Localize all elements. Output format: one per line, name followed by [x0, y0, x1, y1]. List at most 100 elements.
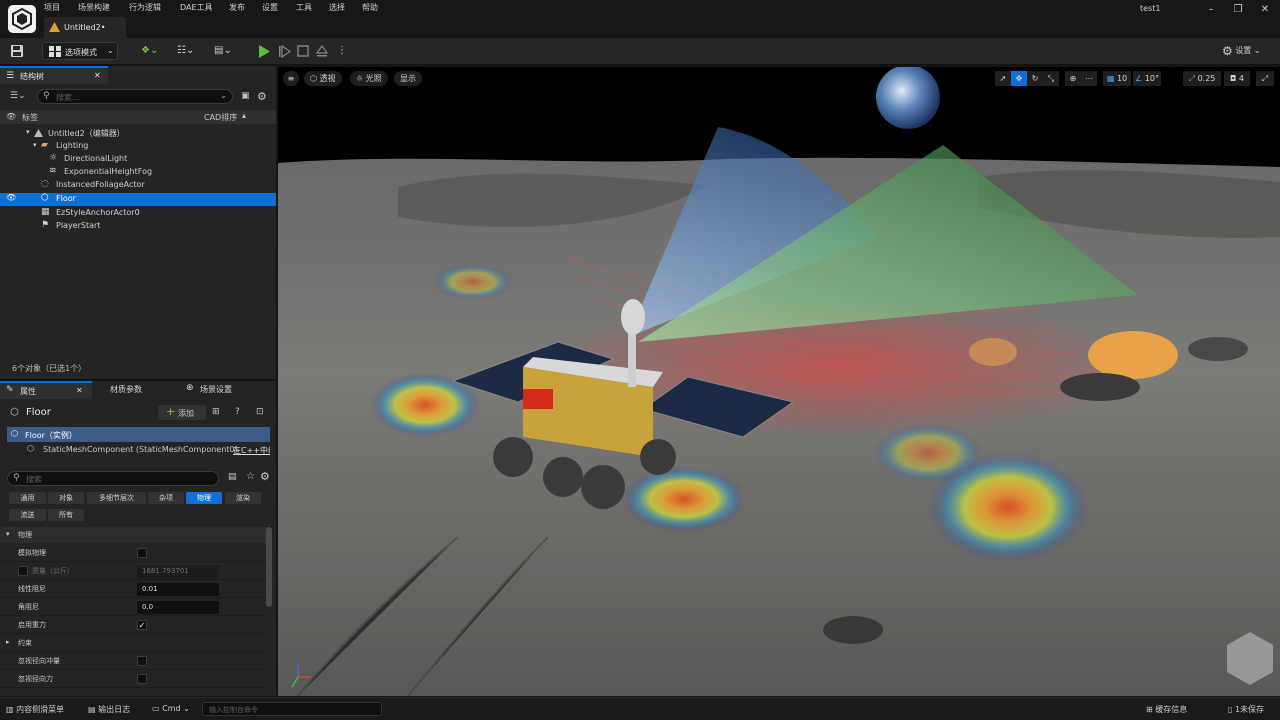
details-search[interactable]: ⚲ 搜索	[7, 471, 219, 486]
derived-data-button[interactable]: ⊞ 缓存信息	[1146, 704, 1187, 715]
maximize-viewport-icon[interactable]: ⤢	[1256, 71, 1274, 86]
menu-scene-build[interactable]: 场景构建	[78, 2, 110, 13]
lock-icon[interactable]: ⊡	[256, 407, 264, 417]
gear-icon[interactable]: ⚙	[260, 470, 270, 483]
more-options-icon[interactable]: ⋮	[337, 43, 347, 59]
cmd-dropdown[interactable]: ▭ Cmd ⌄	[152, 704, 190, 713]
blueprint-icon[interactable]: ☷⌄	[177, 43, 194, 59]
mode-selector[interactable]: 选项模式 ⌄	[42, 42, 118, 60]
component-instance-row[interactable]: ⬡ Floor（实例）	[7, 427, 270, 442]
save-icon[interactable]	[10, 44, 24, 58]
surface-snap-icon[interactable]: ⋯	[1081, 71, 1097, 86]
content-drawer-button[interactable]: ▥ 内容侧滑菜单	[6, 704, 64, 715]
console-input[interactable]: 输入控制台命令	[202, 702, 382, 716]
minimize-icon[interactable]: –	[1202, 3, 1220, 17]
visibility-icon[interactable]: 👁	[6, 112, 16, 121]
filter-chip-misc[interactable]: 杂项	[148, 492, 184, 504]
menu-settings[interactable]: 设置	[262, 2, 278, 13]
collapse-arrow-icon[interactable]: ▾	[33, 141, 37, 149]
eject-icon[interactable]	[316, 45, 328, 57]
close-icon[interactable]: ✕	[94, 71, 101, 80]
tree-row-untitled2[interactable]: ▾ Untitled2（编辑器）	[0, 127, 276, 140]
filter-icon[interactable]: ☰⌄	[10, 91, 26, 101]
perspective-button[interactable]: ⬡ 透视	[304, 71, 342, 86]
details-scrollbar[interactable]	[266, 527, 272, 607]
menu-dae-tools[interactable]: DAE工具	[180, 2, 213, 13]
simulate-physics-checkbox[interactable]	[137, 548, 147, 558]
filter-chip-all[interactable]: 所有	[48, 509, 84, 521]
tree-row-directional-light[interactable]: ☼ DirectionalLight	[0, 153, 276, 166]
document-tab[interactable]: Untitled2•	[44, 17, 126, 38]
tree-row-floor[interactable]: 👁 ⬡ Floor	[0, 193, 276, 206]
column-label[interactable]: 标签	[22, 112, 38, 123]
lighting-button[interactable]: ☼ 光照	[350, 71, 388, 86]
ignore-radial-force-checkbox[interactable]	[137, 674, 147, 684]
add-component-button[interactable]: + 添加	[158, 405, 206, 420]
star-icon[interactable]: ☆	[246, 471, 255, 482]
menu-publish[interactable]: 发布	[229, 2, 245, 13]
grid-snap-button[interactable]: ▦ 10	[1103, 71, 1131, 86]
tab-scene-settings[interactable]: ⊕ 场景设置	[180, 381, 272, 399]
column-sort[interactable]: CAD排序	[204, 112, 237, 123]
cpp-link[interactable]: 在C++中编	[233, 445, 270, 456]
select-mode-icon[interactable]: ➚	[995, 71, 1011, 86]
mass-override-checkbox[interactable]	[18, 566, 28, 576]
gear-icon[interactable]: ⚙	[257, 90, 267, 103]
add-folder-icon[interactable]: ▣	[241, 91, 250, 101]
app-logo[interactable]	[8, 5, 36, 33]
cinematics-icon[interactable]: ▤⌄	[214, 43, 232, 59]
blueprint-icon[interactable]: ⊞	[212, 407, 220, 417]
table-view-icon[interactable]: ▤	[228, 472, 237, 482]
scale-snap-button[interactable]: ⤢ 0.25	[1183, 71, 1221, 86]
menu-behavior-logic[interactable]: 行为逻辑	[129, 2, 161, 13]
level-viewport[interactable]: ≡ ⬡ 透视 ☼ 光照 显示 ➚ ✥ ↻ ⤡ ⊕ ⋯ ▦ 10 ∠ 10° ⤢ …	[278, 67, 1280, 696]
play-icon[interactable]	[258, 45, 270, 58]
close-icon[interactable]: ✕	[76, 386, 83, 395]
visibility-icon[interactable]: 👁	[6, 193, 16, 202]
scale-mode-icon[interactable]: ⤡	[1043, 71, 1059, 86]
menu-select[interactable]: 选择	[329, 2, 345, 13]
sort-up-icon[interactable]: ▴	[242, 111, 246, 120]
menu-tools[interactable]: 工具	[296, 2, 312, 13]
tree-row-lighting[interactable]: ▾ ▰ Lighting	[0, 140, 276, 153]
show-button[interactable]: 显示	[394, 71, 422, 86]
output-log-button[interactable]: ▤ 输出日志	[88, 704, 130, 715]
hamburger-menu-icon[interactable]: ≡	[283, 71, 299, 86]
linear-damping-field[interactable]: 0.01	[137, 583, 219, 596]
outliner-search[interactable]: ⚲ 搜索... ⌄	[37, 89, 233, 104]
tab-properties[interactable]: ✎ 属性 ✕	[0, 381, 92, 399]
tree-row-anchor-actor[interactable]: ▦ EzStyleAnchorActor0	[0, 207, 276, 220]
filter-chip-render[interactable]: 渲染	[225, 492, 261, 504]
filter-chip-lod[interactable]: 多细节层次	[87, 492, 146, 504]
move-mode-icon[interactable]: ✥	[1011, 71, 1027, 86]
stop-icon[interactable]	[297, 45, 309, 57]
collapse-arrow-icon[interactable]: ▾	[26, 128, 30, 136]
tree-row-foliage[interactable]: ◌ InstancedFoliageActor	[0, 179, 276, 192]
enable-gravity-checkbox[interactable]: ✓	[137, 620, 147, 630]
filter-chip-object[interactable]: 对象	[48, 492, 84, 504]
menu-project[interactable]: 项目	[44, 2, 60, 13]
world-space-icon[interactable]: ⊕	[1065, 71, 1081, 86]
component-row[interactable]: ⬡ StaticMeshComponent (StaticMeshCompone…	[7, 443, 270, 457]
filter-chip-physics[interactable]: 物理	[186, 492, 222, 504]
tree-row-height-fog[interactable]: ≋ ExponentialHeightFog	[0, 166, 276, 179]
angle-snap-button[interactable]: ∠ 10°	[1133, 71, 1161, 86]
tab-outliner[interactable]: ☰ 结构树 ✕	[0, 66, 108, 84]
step-icon[interactable]	[279, 45, 291, 58]
ignore-radial-impulse-checkbox[interactable]	[137, 656, 147, 666]
restore-icon[interactable]: ❐	[1229, 3, 1247, 17]
angular-damping-field[interactable]: 0.0	[137, 601, 219, 614]
help-icon[interactable]: ?	[235, 407, 240, 417]
filter-chip-general[interactable]: 通用	[9, 492, 46, 504]
camera-speed-button[interactable]: ◘ 4	[1224, 71, 1250, 86]
tab-material-params[interactable]: 材质参数	[96, 381, 178, 399]
rotate-mode-icon[interactable]: ↻	[1027, 71, 1043, 86]
settings-button[interactable]: ⚙ 设置 ⌄	[1222, 44, 1261, 58]
menu-help[interactable]: 帮助	[362, 2, 378, 13]
section-constraints[interactable]: ▸ 约束	[0, 634, 266, 652]
unsaved-button[interactable]: ▯ 1未保存	[1228, 704, 1264, 715]
filter-chip-streaming[interactable]: 流送	[9, 509, 46, 521]
section-physics[interactable]: ▾ 物理	[0, 527, 266, 543]
close-icon[interactable]: ✕	[1256, 3, 1274, 17]
add-actor-icon[interactable]: ❖⌄	[141, 43, 158, 59]
